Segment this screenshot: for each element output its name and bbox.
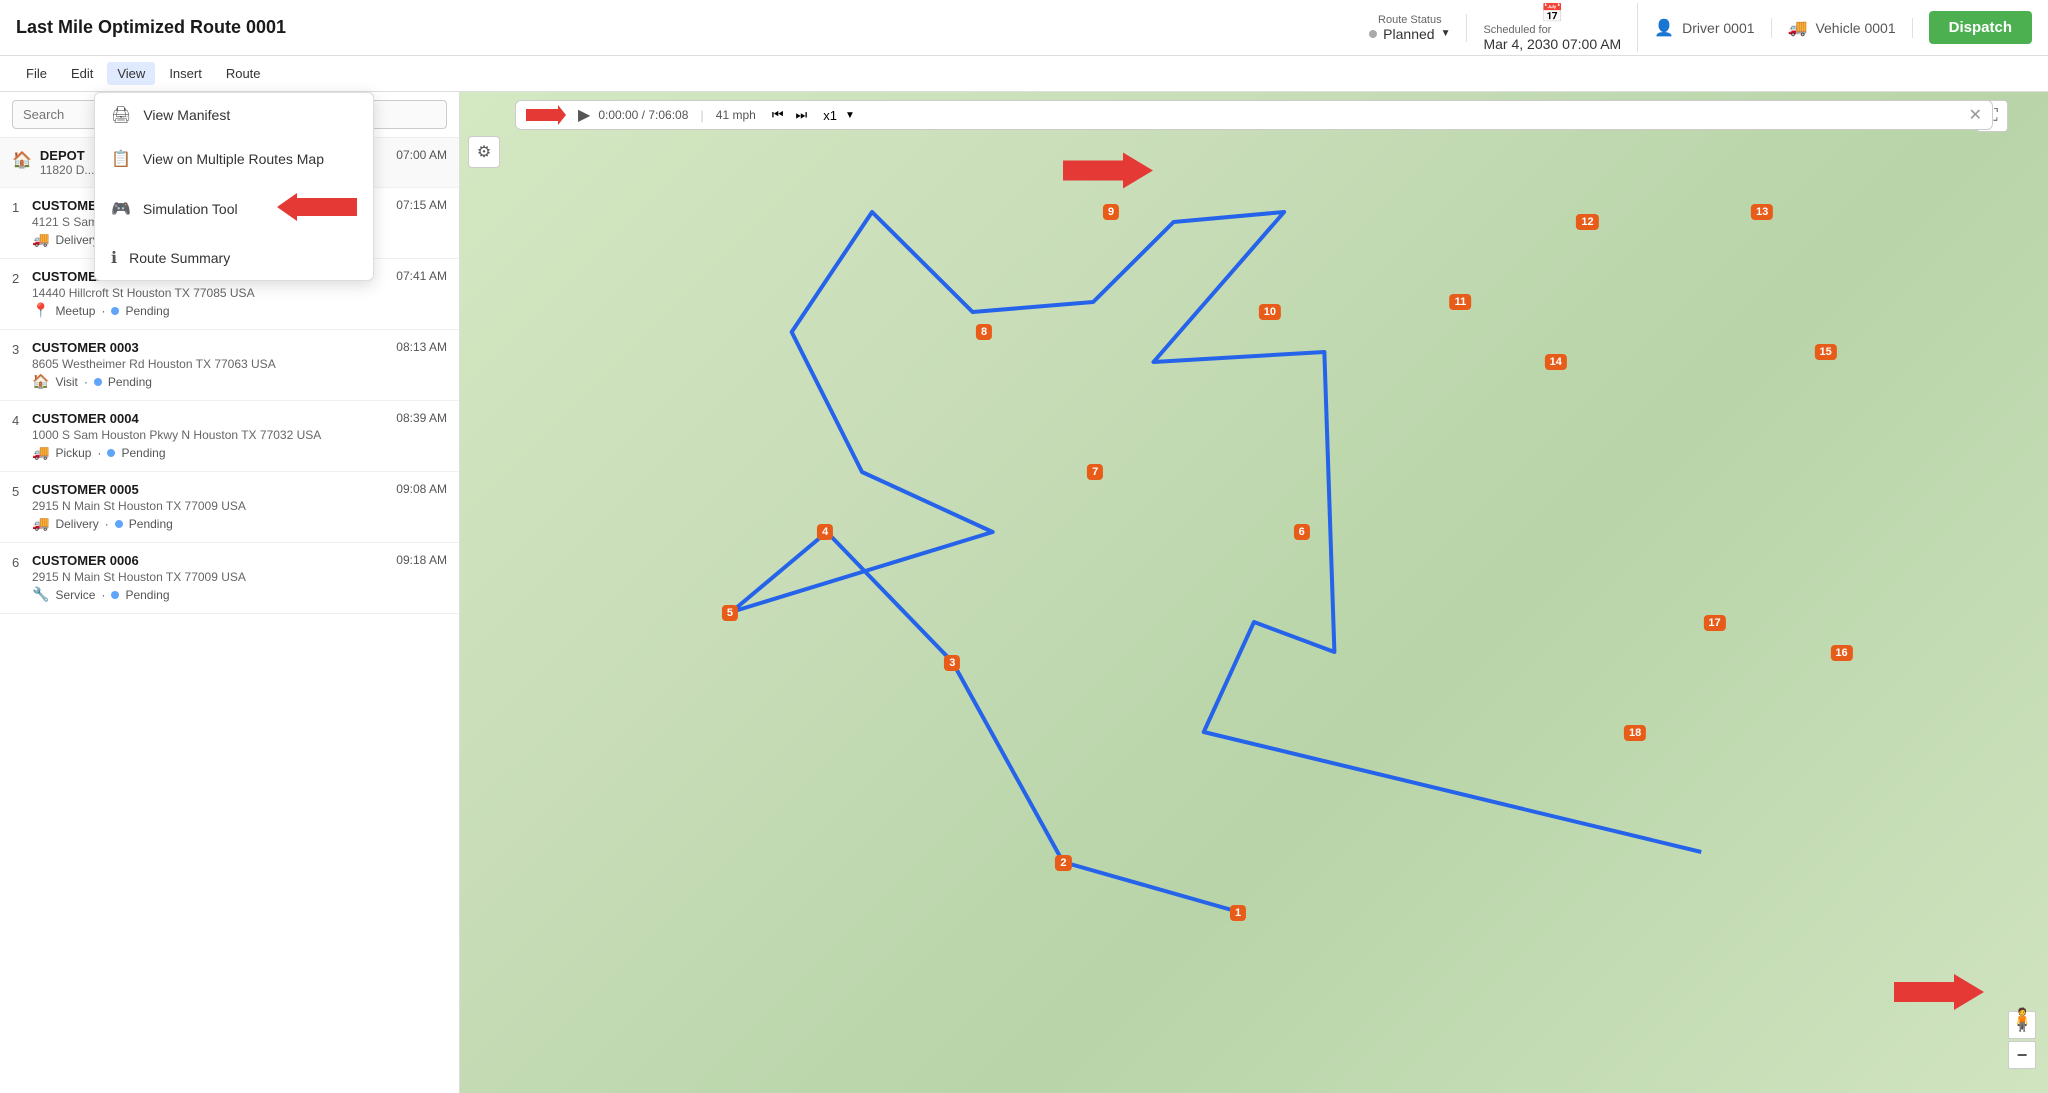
menu-route[interactable]: Route <box>216 62 271 85</box>
pending-dot <box>111 591 119 599</box>
scheduled-label: Scheduled for <box>1483 24 1621 36</box>
route-svg <box>460 92 2048 1093</box>
stop-list: 🏠 DEPOT 11820 D... 07:00 AM 1 CUSTOMER 0… <box>0 138 459 1093</box>
delivery-icon: 🚚 <box>32 515 49 532</box>
table-row[interactable]: 6 CUSTOMER 0006 2915 N Main St Houston T… <box>0 543 459 614</box>
depot-time: 07:00 AM <box>396 148 447 162</box>
prev-frame-button[interactable]: ⏮ <box>772 107 784 123</box>
delivery-icon: 🚚 <box>32 231 49 248</box>
calendar-icon: 📅 <box>1541 3 1563 24</box>
vehicle-label: Vehicle 0001 <box>1815 20 1895 36</box>
map-pin-11[interactable]: 11 <box>1450 294 1472 310</box>
red-arrow-right-bottom <box>1894 974 1984 1013</box>
map-pin-10[interactable]: 10 <box>1259 304 1281 320</box>
view-multiple-routes-item[interactable]: 📋 View on Multiple Routes Map <box>95 137 373 181</box>
map-multi-icon: 📋 <box>111 149 131 169</box>
red-arrow-left <box>277 193 357 224</box>
close-playback-button[interactable]: ✕ <box>1969 105 1982 125</box>
map-pin-7[interactable]: 7 <box>1087 464 1103 480</box>
simulation-icon: 🎮 <box>111 199 131 219</box>
map-pin-1[interactable]: 1 <box>1230 905 1246 921</box>
route-status-block: Route Status Planned ▼ <box>1369 14 1467 42</box>
playback-bar: ▶ 0:00:00 / 7:06:08 | 41 mph ⏮ ⏭ x1 ▼ ✕ <box>515 100 1993 130</box>
map-pin-17[interactable]: 17 <box>1703 615 1725 631</box>
depot-info: DEPOT 11820 D... <box>40 148 94 177</box>
playback-speed: 41 mph <box>716 108 756 122</box>
scheduled-value: Mar 4, 2030 07:00 AM <box>1483 36 1621 52</box>
print-icon: 🖨 <box>111 105 131 125</box>
map-area: ⚙ ⛶ ▶ 0:00:00 / 7:06:08 | 41 mph ⏮ ⏭ x1 … <box>460 92 2048 1093</box>
header: Last Mile Optimized Route 0001 Route Sta… <box>0 0 2048 56</box>
visit-icon: 🏠 <box>32 373 49 390</box>
vehicle-block[interactable]: 🚚 Vehicle 0001 <box>1788 18 1913 38</box>
map-pin-13[interactable]: 13 <box>1751 204 1773 220</box>
view-manifest-item[interactable]: 🖨 View Manifest <box>95 93 373 137</box>
route-summary-item[interactable]: ℹ Route Summary <box>95 236 373 280</box>
pending-dot <box>111 307 119 315</box>
map-pin-15[interactable]: 15 <box>1815 344 1837 360</box>
route-status-value[interactable]: Planned ▼ <box>1369 26 1450 42</box>
view-multiple-routes-label: View on Multiple Routes Map <box>143 151 324 167</box>
map-pin-6[interactable]: 6 <box>1294 524 1310 540</box>
playback-progress: 0:00:00 / 7:06:08 <box>598 108 688 122</box>
menu-edit[interactable]: Edit <box>61 62 103 85</box>
route-status-label: Route Status <box>1378 14 1442 26</box>
depot-icon: 🏠 <box>12 150 32 170</box>
menu-file[interactable]: File <box>16 62 57 85</box>
table-row[interactable]: 3 CUSTOMER 0003 8605 Westheimer Rd Houst… <box>0 330 459 401</box>
map-pin-14[interactable]: 14 <box>1545 354 1567 370</box>
map-pin-12[interactable]: 12 <box>1576 214 1598 230</box>
pickup-icon: 🚚 <box>32 444 49 461</box>
status-dot <box>1369 30 1377 38</box>
map-pin-8[interactable]: 8 <box>976 324 992 340</box>
menu-view[interactable]: View <box>107 62 155 85</box>
streetview-button[interactable]: 🧍 <box>2009 1007 2036 1033</box>
pending-dot <box>115 520 123 528</box>
route-status-text: Planned <box>1383 26 1434 42</box>
driver-label: Driver 0001 <box>1682 20 1754 36</box>
meetup-icon: 📍 <box>32 302 49 319</box>
route-arrow-indicator <box>526 105 566 125</box>
driver-block[interactable]: 👤 Driver 0001 <box>1654 18 1771 38</box>
menu-insert[interactable]: Insert <box>159 62 212 85</box>
map-pin-5[interactable]: 5 <box>722 605 738 621</box>
depot-name: DEPOT <box>40 148 94 163</box>
truck-icon: 🚚 <box>1788 18 1808 38</box>
map-pin-2[interactable]: 2 <box>1055 855 1071 871</box>
map-placeholder: ⚙ ⛶ ▶ 0:00:00 / 7:06:08 | 41 mph ⏮ ⏭ x1 … <box>460 92 2048 1093</box>
dispatch-button[interactable]: Dispatch <box>1929 11 2032 44</box>
pending-dot <box>107 449 115 457</box>
table-row[interactable]: 5 CUSTOMER 0005 2915 N Main St Houston T… <box>0 472 459 543</box>
map-pin-9[interactable]: 9 <box>1103 204 1119 220</box>
scheduled-block: 📅 Scheduled for Mar 4, 2030 07:00 AM <box>1483 3 1638 52</box>
person-icon: 👤 <box>1654 18 1674 38</box>
table-row[interactable]: 4 CUSTOMER 0004 1000 S Sam Houston Pkwy … <box>0 401 459 472</box>
pending-dot <box>94 378 102 386</box>
settings-button[interactable]: ⚙ <box>468 136 500 168</box>
info-icon: ℹ <box>111 248 117 268</box>
menubar: File Edit View Insert Route <box>0 56 2048 92</box>
map-pin-3[interactable]: 3 <box>944 655 960 671</box>
speed-multiplier[interactable]: x1 <box>823 108 837 123</box>
simulation-tool-label: Simulation Tool <box>143 201 238 217</box>
play-button[interactable]: ▶ <box>578 105 590 125</box>
map-pin-16[interactable]: 16 <box>1830 645 1852 661</box>
red-arrow-right-top <box>1063 153 1153 192</box>
view-dropdown-menu: 🖨 View Manifest 📋 View on Multiple Route… <box>94 92 374 281</box>
map-pin-18[interactable]: 18 <box>1624 725 1646 741</box>
depot-address: 11820 D... <box>40 163 94 177</box>
simulation-tool-item[interactable]: 🎮 Simulation Tool <box>95 181 373 236</box>
view-manifest-label: View Manifest <box>143 107 230 123</box>
route-summary-label: Route Summary <box>129 250 230 266</box>
chevron-down-icon[interactable]: ▼ <box>845 110 855 121</box>
zoom-out-button[interactable]: − <box>2008 1041 2036 1069</box>
page-title: Last Mile Optimized Route 0001 <box>16 17 286 38</box>
map-pin-4[interactable]: 4 <box>817 524 833 540</box>
chevron-down-icon[interactable]: ▼ <box>1441 28 1451 39</box>
service-icon: 🔧 <box>32 586 49 603</box>
next-frame-button[interactable]: ⏭ <box>796 107 808 123</box>
